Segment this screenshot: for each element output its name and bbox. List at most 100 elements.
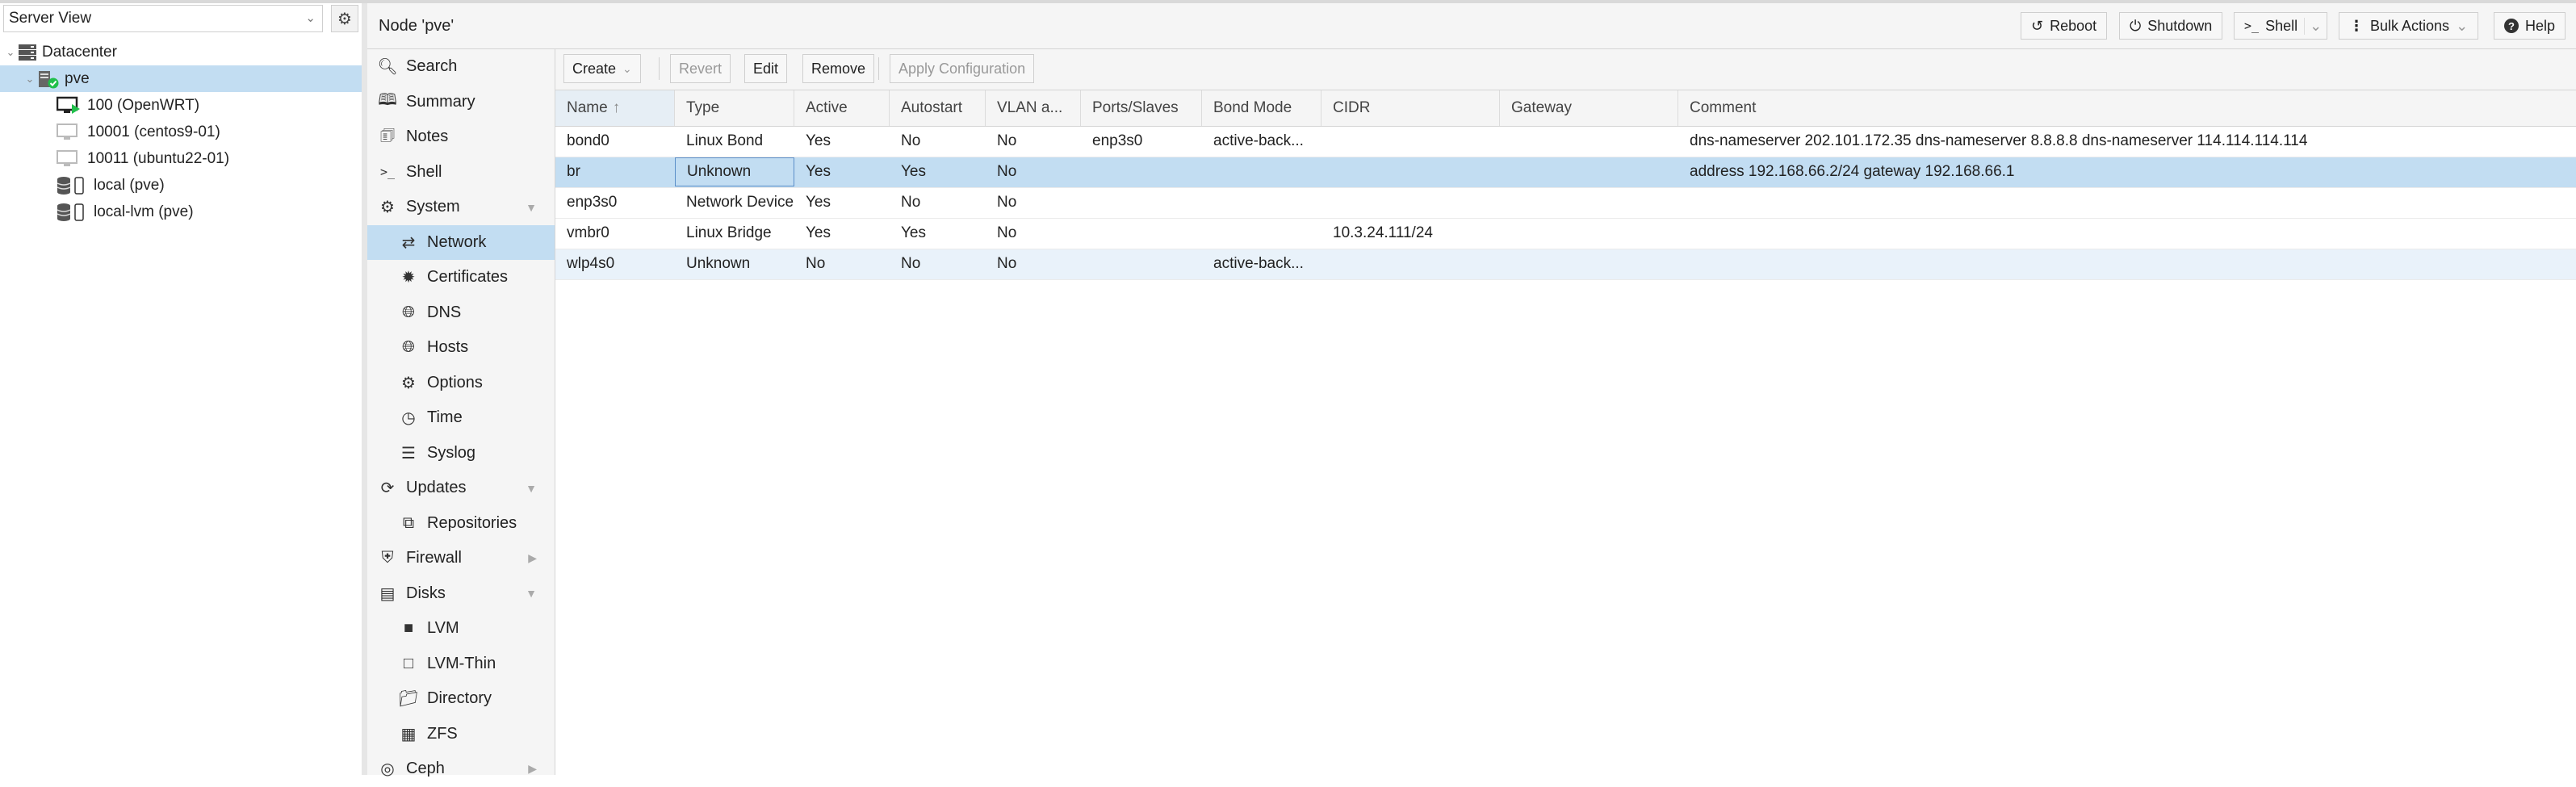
folder-icon: 📁︎ bbox=[398, 690, 419, 709]
cell-comment bbox=[1678, 249, 2576, 278]
column-header-vlan-aware[interactable]: VLAN a... bbox=[986, 90, 1081, 126]
cell-gateway bbox=[1500, 249, 1678, 278]
collapse-arrow-icon[interactable]: ⌄ bbox=[3, 46, 18, 59]
nav-item-hosts[interactable]: 🌐︎ Hosts bbox=[367, 330, 555, 366]
vm-stopped-icon bbox=[57, 123, 82, 142]
storage-icon bbox=[57, 203, 89, 222]
nav-item-label: Notes bbox=[406, 128, 449, 146]
column-header-type[interactable]: Type bbox=[675, 90, 794, 126]
page-title: Node 'pve' bbox=[379, 17, 454, 35]
column-header-label: Gateway bbox=[1511, 99, 1572, 116]
cell-bond-mode bbox=[1202, 219, 1322, 248]
nav-item-lvm[interactable]: ■ LVM bbox=[367, 611, 555, 647]
tree-item-node-pve[interactable]: ⌄ pve bbox=[0, 65, 362, 92]
column-header-label: Name bbox=[567, 99, 608, 116]
edit-button[interactable]: Edit bbox=[744, 54, 788, 83]
cell-type: Network Device bbox=[686, 194, 794, 211]
table-row[interactable]: enp3s0 Network Device Yes No No bbox=[555, 188, 2576, 219]
cell-bond-mode bbox=[1202, 188, 1322, 217]
search-icon: 🔍︎ bbox=[377, 58, 398, 77]
reboot-button[interactable]: ↺ Reboot bbox=[2021, 12, 2108, 40]
nav-item-options[interactable]: ⚙ Options bbox=[367, 366, 555, 401]
view-selector[interactable]: Server View ⌄ bbox=[3, 5, 323, 32]
column-header-active[interactable]: Active bbox=[794, 90, 890, 126]
nav-item-label: Ceph bbox=[406, 760, 445, 778]
sort-ascending-icon: ↑ bbox=[612, 99, 621, 116]
create-button[interactable]: Create ⌄ bbox=[563, 54, 641, 83]
nav-item-dns[interactable]: 🌐︎ DNS bbox=[367, 295, 555, 331]
cell-bond-mode: active-back... bbox=[1213, 255, 1304, 272]
column-header-autostart[interactable]: Autostart bbox=[890, 90, 986, 126]
cell-vlan-aware: No bbox=[997, 163, 1017, 180]
tree-item-storage-local-lvm[interactable]: local-lvm (pve) bbox=[0, 199, 362, 225]
list-icon: ☰ bbox=[401, 444, 416, 463]
nav-item-certificates[interactable]: ✹ Certificates bbox=[367, 260, 555, 295]
grid-icon: ▦ bbox=[400, 725, 417, 743]
bulk-actions-button[interactable]: ⋮ Bulk Actions ⌄ bbox=[2339, 12, 2479, 40]
revert-button[interactable]: Revert bbox=[670, 54, 731, 83]
shell-label: Shell bbox=[2265, 17, 2298, 34]
apply-configuration-button[interactable]: Apply Configuration bbox=[890, 54, 1035, 83]
nav-item-firewall[interactable]: ⛨ Firewall ▶ bbox=[367, 541, 555, 576]
column-header-gateway[interactable]: Gateway bbox=[1500, 90, 1678, 126]
table-row[interactable]: bond0 Linux Bond Yes No No enp3s0 active… bbox=[555, 127, 2576, 157]
cell-bond-mode: active-back... bbox=[1213, 132, 1304, 149]
column-header-label: Autostart bbox=[901, 99, 963, 116]
nav-item-repositories[interactable]: ⧉ Repositories bbox=[367, 506, 555, 542]
globe-icon: 🌐︎ bbox=[402, 303, 415, 321]
nav-item-syslog[interactable]: ☰ Syslog bbox=[367, 436, 555, 471]
nav-item-label: Directory bbox=[427, 689, 492, 708]
table-row[interactable]: br Unknown Yes Yes No address 192.168.66… bbox=[555, 157, 2576, 188]
nav-item-system[interactable]: ⚙ System ▼ bbox=[367, 190, 555, 225]
tree-item-datacenter[interactable]: ⌄ Datacenter bbox=[0, 39, 362, 65]
chevron-down-icon: ▼ bbox=[526, 200, 537, 214]
help-button[interactable]: ? Help bbox=[2494, 12, 2566, 40]
chevron-down-icon[interactable]: ⌄ bbox=[2304, 17, 2322, 35]
cell-name: vmbr0 bbox=[567, 224, 609, 241]
remove-label: Remove bbox=[811, 60, 866, 77]
collapse-arrow-icon[interactable]: ⌄ bbox=[23, 73, 37, 86]
nav-item-label: LVM bbox=[427, 619, 459, 638]
cell-bond-mode bbox=[1202, 157, 1322, 186]
cell-autostart: No bbox=[901, 194, 921, 211]
column-header-comment[interactable]: Comment bbox=[1678, 90, 2576, 126]
column-header-cidr[interactable]: CIDR bbox=[1322, 90, 1500, 126]
nav-item-zfs[interactable]: ▦ ZFS bbox=[367, 717, 555, 752]
shutdown-button[interactable]: ⏻ Shutdown bbox=[2119, 12, 2223, 40]
panel-splitter[interactable] bbox=[362, 3, 367, 775]
reboot-icon: ↺ bbox=[2031, 17, 2044, 34]
nav-item-search[interactable]: 🔍︎ Search bbox=[367, 49, 555, 85]
column-header-label: CIDR bbox=[1333, 99, 1371, 116]
nav-item-time[interactable]: ◷ Time bbox=[367, 400, 555, 436]
remove-button[interactable]: Remove bbox=[802, 54, 875, 83]
shield-icon: ⛨ bbox=[381, 549, 394, 567]
column-header-ports-slaves[interactable]: Ports/Slaves bbox=[1081, 90, 1202, 126]
column-header-label: Bond Mode bbox=[1213, 99, 1292, 116]
nav-item-directory[interactable]: 📁︎ Directory bbox=[367, 681, 555, 717]
shell-button[interactable]: >_ Shell ⌄ bbox=[2234, 12, 2328, 40]
nav-item-summary[interactable]: 🕮︎ Summary bbox=[367, 85, 555, 120]
nav-item-lvm-thin[interactable]: □ LVM-Thin bbox=[367, 647, 555, 682]
revert-label: Revert bbox=[679, 60, 723, 77]
nav-item-label: Network bbox=[427, 232, 487, 251]
cell-ports-slaves: enp3s0 bbox=[1092, 132, 1143, 149]
nav-item-updates[interactable]: ⟳ Updates ▼ bbox=[367, 471, 555, 506]
tree-item-storage-local[interactable]: local (pve) bbox=[0, 172, 362, 199]
tree-item-vm-10011[interactable]: 10011 (ubuntu22-01) bbox=[0, 145, 362, 172]
column-header-name[interactable]: Name ↑ bbox=[555, 90, 675, 126]
nav-item-shell[interactable]: >_ Shell bbox=[367, 155, 555, 190]
cell-vlan-aware: No bbox=[997, 194, 1017, 211]
tree-item-label: 10011 (ubuntu22-01) bbox=[87, 149, 230, 167]
nav-item-ceph[interactable]: ◎ Ceph ▶ bbox=[367, 751, 555, 787]
nav-item-disks[interactable]: ▤ Disks ▼ bbox=[367, 576, 555, 612]
tree-settings-button[interactable]: ⚙ bbox=[331, 5, 358, 32]
table-row[interactable]: vmbr0 Linux Bridge Yes Yes No 10.3.24.11… bbox=[555, 219, 2576, 249]
nav-item-notes[interactable]: 🗊︎ Notes bbox=[367, 119, 555, 155]
tree-item-vm-100[interactable]: 100 (OpenWRT) bbox=[0, 92, 362, 119]
nav-item-network[interactable]: ⇄ Network bbox=[367, 224, 555, 260]
nav-item-label: System bbox=[406, 198, 460, 216]
table-row[interactable]: wlp4s0 Unknown No No No active-back... bbox=[555, 249, 2576, 280]
column-header-bond-mode[interactable]: Bond Mode bbox=[1202, 90, 1322, 126]
tree-item-label: pve bbox=[65, 69, 90, 87]
tree-item-vm-10001[interactable]: 10001 (centos9-01) bbox=[0, 119, 362, 145]
